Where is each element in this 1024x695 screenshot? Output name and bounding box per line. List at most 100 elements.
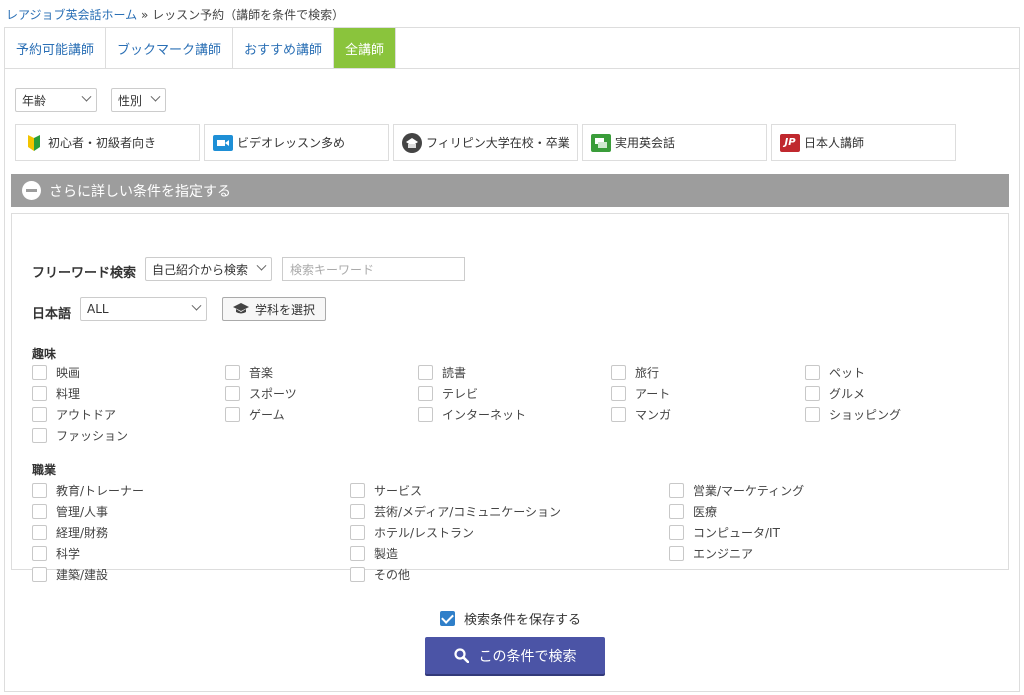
- checkbox-option[interactable]: ゲーム: [225, 406, 285, 423]
- checkbox-option[interactable]: 科学: [32, 545, 80, 562]
- freeword-scope-select[interactable]: 自己紹介から検索: [145, 257, 272, 281]
- feature-japanese-teacher[interactable]: JP 日本人講師: [771, 124, 956, 161]
- checkbox-box[interactable]: [805, 386, 820, 401]
- breadcrumb-home-link[interactable]: レアジョブ英会話ホーム: [6, 8, 137, 22]
- select-department-button[interactable]: 学科を選択: [222, 297, 327, 321]
- conversation-icon: [591, 133, 611, 153]
- tab-available-teachers[interactable]: 予約可能講師: [5, 28, 107, 68]
- checkbox-box[interactable]: [350, 504, 365, 519]
- checkbox-option[interactable]: 読書: [418, 364, 466, 381]
- checkbox-box[interactable]: [669, 525, 684, 540]
- checkbox-box[interactable]: [32, 567, 47, 582]
- checkbox-box[interactable]: [611, 407, 626, 422]
- checkbox-option[interactable]: 管理/人事: [32, 503, 108, 520]
- feature-practical-english[interactable]: 実用英会話: [582, 124, 767, 161]
- teacher-tabs: 予約可能講師 ブックマーク講師 おすすめ講師 全講師: [5, 28, 397, 68]
- search-icon: [453, 648, 469, 664]
- search-keyword-placeholder: 検索キーワード: [290, 262, 375, 277]
- checkbox-label: 旅行: [635, 366, 660, 380]
- chevron-down-icon: [150, 91, 161, 102]
- age-select-value: 年齢: [22, 93, 47, 108]
- search-keyword-input[interactable]: 検索キーワード: [282, 257, 465, 281]
- japanese-level-select[interactable]: ALL: [80, 297, 207, 321]
- checkbox-option[interactable]: 製造: [350, 545, 398, 562]
- checkbox-box[interactable]: [32, 428, 47, 443]
- search-submit-button[interactable]: この条件で検索: [425, 637, 605, 674]
- checkbox-box[interactable]: [611, 386, 626, 401]
- feature-video[interactable]: ビデオレッスン多め: [204, 124, 389, 161]
- checkbox-box[interactable]: [350, 567, 365, 582]
- university-ph-icon: [402, 132, 422, 153]
- checkbox-box[interactable]: [418, 365, 433, 380]
- checkbox-label: アート: [635, 387, 671, 401]
- checkbox-option[interactable]: 経理/財務: [32, 524, 108, 541]
- checkbox-box[interactable]: [805, 407, 820, 422]
- checkbox-box[interactable]: [32, 483, 47, 498]
- gender-select[interactable]: 性別: [111, 88, 166, 112]
- checkbox-option[interactable]: ペット: [805, 364, 865, 381]
- checkbox-option[interactable]: 営業/マーケティング: [669, 482, 804, 499]
- checkbox-box[interactable]: [669, 483, 684, 498]
- checkbox-option[interactable]: ファッション: [32, 427, 128, 444]
- breadcrumb: レアジョブ英会話ホーム » レッスン予約（講師を条件で検索）: [6, 6, 344, 23]
- checkbox-option[interactable]: グルメ: [805, 385, 865, 402]
- checkbox-option[interactable]: テレビ: [418, 385, 478, 402]
- checkbox-box[interactable]: [418, 407, 433, 422]
- feature-beginner[interactable]: 初心者・初級者向き: [15, 124, 200, 161]
- checkbox-box[interactable]: [32, 525, 47, 540]
- checkbox-option[interactable]: 旅行: [611, 364, 659, 381]
- checkbox-option[interactable]: 教育/トレーナー: [32, 482, 144, 499]
- checkbox-label: 医療: [693, 505, 718, 519]
- checkbox-option[interactable]: サービス: [350, 482, 422, 499]
- checkbox-box[interactable]: [225, 365, 240, 380]
- checkbox-option[interactable]: エンジニア: [669, 545, 753, 562]
- checkbox-label: 営業/マーケティング: [693, 484, 805, 498]
- checkbox-option[interactable]: ショッピング: [805, 406, 901, 423]
- checkbox-option[interactable]: スポーツ: [225, 385, 297, 402]
- checkbox-box[interactable]: [32, 546, 47, 561]
- checkbox-label: 管理/人事: [56, 505, 109, 519]
- tab-recommended-teachers[interactable]: おすすめ講師: [233, 28, 335, 68]
- checkbox-box[interactable]: [418, 386, 433, 401]
- advanced-conditions-toggle[interactable]: さらに詳しい条件を指定する: [11, 174, 1009, 207]
- checkbox-box[interactable]: [32, 386, 47, 401]
- checkbox-option[interactable]: コンピュータ/IT: [669, 524, 780, 541]
- checkbox-option[interactable]: 建築/建設: [32, 566, 108, 583]
- checkbox-box[interactable]: [669, 546, 684, 561]
- checkbox-label: 芸術/メディア/コミュニケーション: [374, 505, 562, 519]
- checkbox-option[interactable]: アート: [611, 385, 670, 402]
- age-select[interactable]: 年齢: [15, 88, 97, 112]
- checkbox-box[interactable]: [805, 365, 820, 380]
- feature-ph-university[interactable]: フィリピン大学在校・卒業: [393, 124, 578, 161]
- checkbox-label: ゲーム: [249, 408, 285, 422]
- collapse-minus-icon: [22, 181, 41, 200]
- checkbox-option[interactable]: 芸術/メディア/コミュニケーション: [350, 503, 561, 520]
- checkbox-box[interactable]: [32, 504, 47, 519]
- checkbox-box[interactable]: [611, 365, 626, 380]
- checkbox-label: コンピュータ/IT: [693, 526, 780, 540]
- checkbox-option[interactable]: インターネット: [418, 406, 526, 423]
- save-conditions-checkbox[interactable]: 検索条件を保存する: [440, 609, 581, 628]
- jp-badge-text: JP: [780, 133, 800, 152]
- checkbox-option[interactable]: 医療: [669, 503, 717, 520]
- checkbox-box[interactable]: [225, 386, 240, 401]
- tab-bookmarked-teachers[interactable]: ブックマーク講師: [106, 28, 234, 68]
- checkbox-option[interactable]: 料理: [32, 385, 80, 402]
- checkbox-label: テレビ: [442, 387, 479, 401]
- checkbox-option[interactable]: マンガ: [611, 406, 671, 423]
- checkbox-box[interactable]: [350, 525, 365, 540]
- checkbox-box[interactable]: [225, 407, 240, 422]
- tab-all-teachers[interactable]: 全講師: [334, 28, 397, 68]
- checkbox-box[interactable]: [350, 483, 365, 498]
- checkbox-option[interactable]: その他: [350, 566, 410, 583]
- checkbox-option[interactable]: アウトドア: [32, 406, 116, 423]
- checkbox-box[interactable]: [669, 504, 684, 519]
- checkbox-option[interactable]: 音楽: [225, 364, 273, 381]
- checkbox-box[interactable]: [32, 365, 47, 380]
- checkbox-box[interactable]: [32, 407, 47, 422]
- checkbox-box[interactable]: [350, 546, 365, 561]
- chevron-down-icon: [191, 300, 202, 311]
- checkbox-option[interactable]: 映画: [32, 364, 80, 381]
- checkbox-label: 経理/財務: [56, 526, 109, 540]
- checkbox-option[interactable]: ホテル/レストラン: [350, 524, 474, 541]
